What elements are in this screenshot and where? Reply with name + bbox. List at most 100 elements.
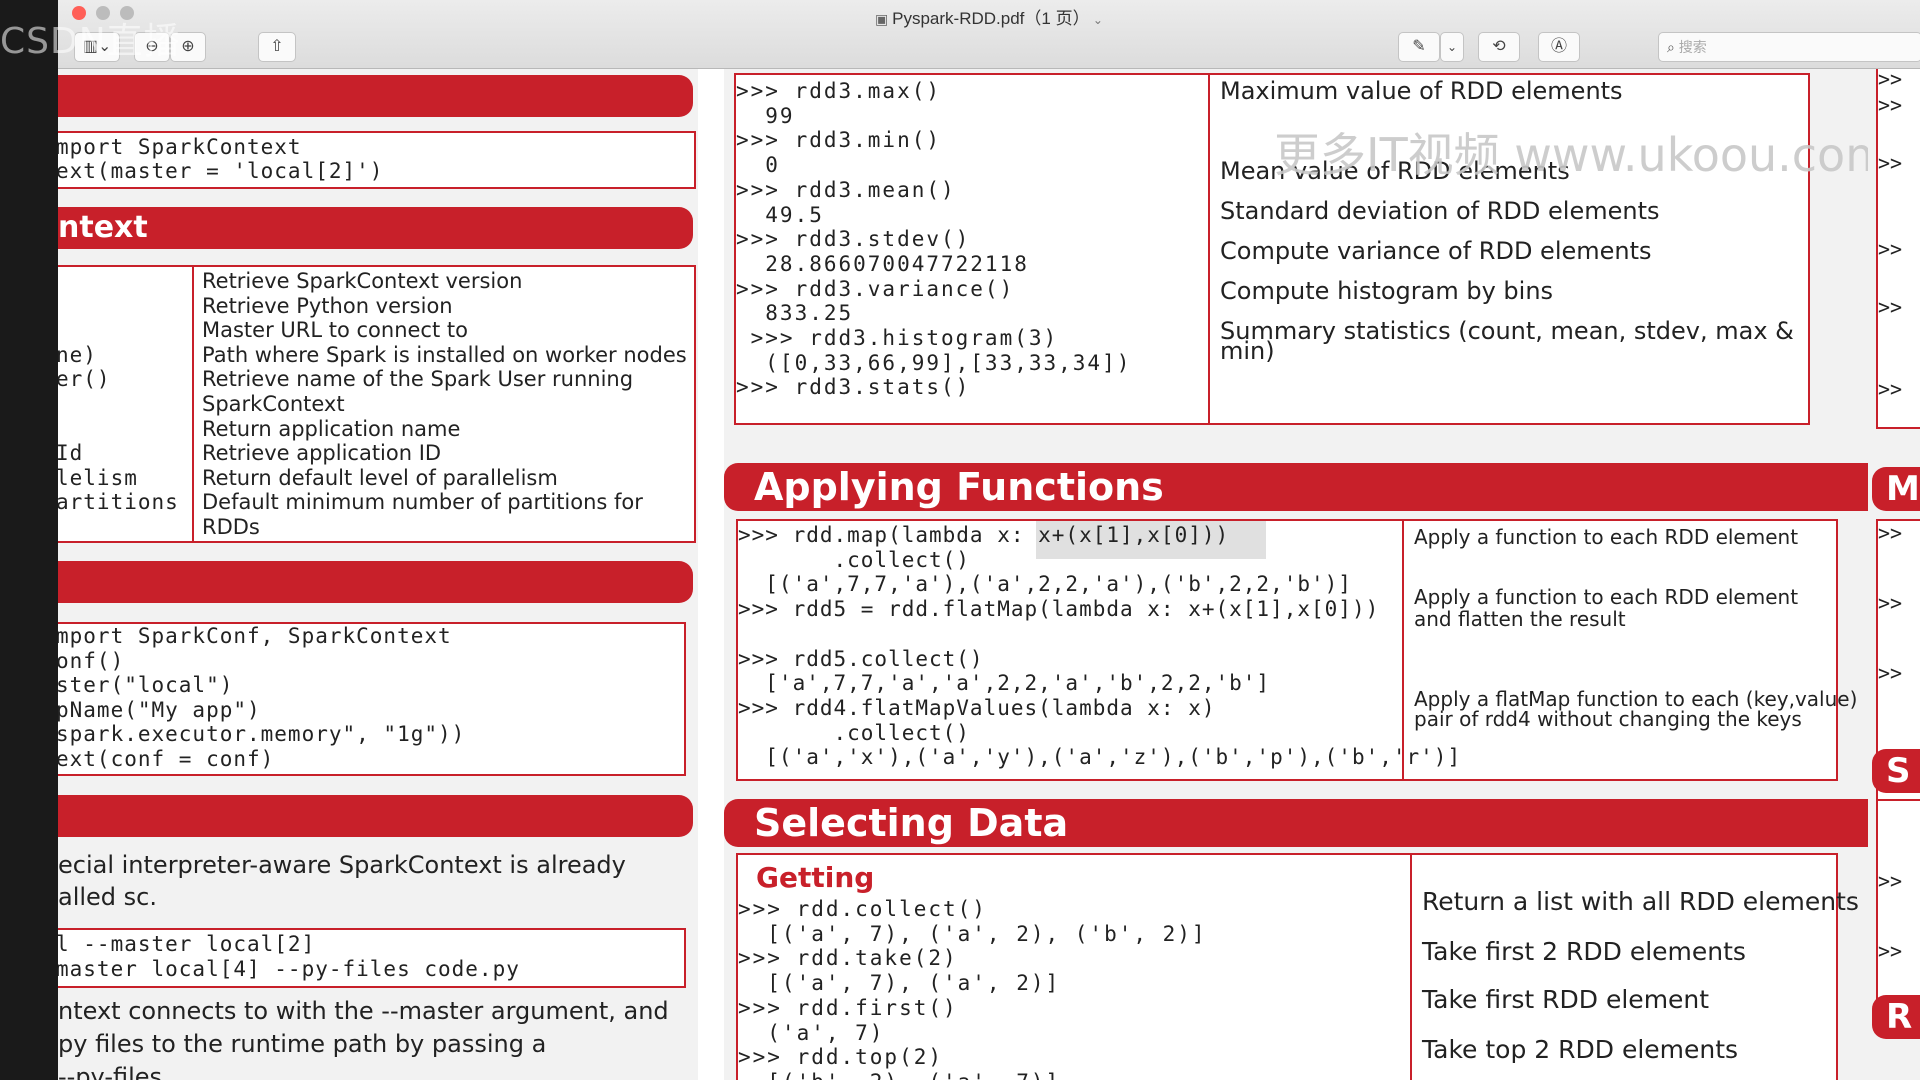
code-line: ster("local") — [58, 673, 234, 698]
share-button[interactable]: ⇧ — [258, 32, 296, 62]
section-banner-2-title: ntext — [58, 210, 148, 245]
select-code-line: >>> rdd.top(2) — [738, 1045, 944, 1070]
table-description: SparkContext — [202, 392, 345, 416]
right-prompt: >> — [1878, 93, 1903, 117]
select-code-line: [('b', 2), ('a', 7)] — [738, 1070, 1060, 1080]
apply-description: and flatten the result — [1414, 607, 1626, 631]
left-column: mport SparkContext ext(master = 'local[2]… — [58, 69, 698, 1080]
select-code-line: [('a', 7), ('a', 2), ('b', 2)] — [738, 921, 1207, 946]
applying-functions-title: Applying Functions — [754, 465, 1164, 509]
code-line: pName("My app") — [58, 697, 261, 722]
apply-code-line: >>> rdd4.flatMapValues(lambda x: x) — [738, 695, 1216, 720]
apply-code-line: [('a','x'),('a','y'),('a','z'),('b','p')… — [738, 745, 1462, 770]
apply-code-line: >>> rdd5.collect() — [738, 646, 984, 671]
code-line: ext(master = 'local[2]') — [58, 159, 384, 183]
sparkcontext-table: ne) er() Id lelism artitions Retrieve SparkCo… — [58, 265, 696, 543]
table-method: Id — [58, 441, 84, 466]
stats-code-line: >>> rdd3.max() — [736, 79, 942, 103]
apply-code-line: ['a',7,7,'a','a',2,2,'a','b',2,2,'b'] — [738, 671, 1271, 696]
select-description: Take first 2 RDD elements — [1422, 937, 1746, 966]
select-description: Return a list with all RDD elements — [1422, 887, 1859, 916]
stats-description: Compute histogram by bins — [1220, 277, 1554, 305]
right-prompt: >> — [1878, 295, 1903, 319]
chevron-down-icon[interactable]: ⌄ — [1090, 13, 1103, 27]
code-line: onf() — [58, 648, 125, 673]
paragraph-line: ecial interpreter-aware SparkContext is … — [58, 851, 626, 879]
table-description: Path where Spark is installed on worker … — [202, 342, 687, 367]
table-description: Retrieve name of the Spark User running — [202, 367, 634, 392]
stats-description: Summary statistics (count, mean, stdev, … — [1220, 317, 1794, 345]
stats-code-line: 28.866070047722118 — [736, 251, 1029, 276]
select-code-line: >>> rdd.first() — [738, 995, 958, 1020]
stats-code-line: >>> rdd3.histogram(3) — [736, 326, 1059, 350]
search-icon: ⌕ — [1667, 39, 1675, 55]
code-line: mport SparkConf, SparkContext — [58, 624, 452, 648]
table-method: lelism — [58, 465, 138, 490]
middle-column: >>> rdd3.max() 99 >>> rdd3.min() 0 >>> rdd… — [724, 69, 1920, 1080]
right-prompt: >> — [1878, 237, 1903, 261]
code-box-3: l --master local[2] master local[4] --py-… — [58, 928, 686, 988]
right-prompt: >> — [1878, 151, 1903, 175]
pdf-page: mport SparkContext ext(master = 'local[2]… — [58, 69, 1920, 1080]
markup-pen-button[interactable]: ✎ — [1398, 32, 1440, 62]
right-prompt: >> — [1878, 939, 1903, 963]
right-prompt: >> — [1878, 661, 1903, 685]
applying-functions-table: >>> rdd.map(lambda x: x+(x[1],x[0])) .co… — [736, 519, 1857, 781]
code-line: l --master local[2] — [58, 932, 316, 956]
right-prompt: >> — [1878, 591, 1903, 615]
table-method: artitions — [58, 490, 179, 515]
select-code-line: ('a', 7) — [738, 1020, 885, 1045]
table-description: Retrieve application ID — [202, 441, 442, 466]
right-column: >> >> >> >> >> >> M >> >> >> S >> >> R — [1868, 69, 1920, 1080]
pdf-file-icon: ▣ — [875, 11, 893, 27]
table-description: Retrieve SparkContext version — [202, 269, 523, 293]
stats-code-line: ([0,33,66,99],[33,33,34]) — [736, 350, 1132, 375]
selecting-data-table: Getting >>> rdd.collect() [('a', 7), ('a… — [736, 853, 1859, 1080]
getting-subtitle: Getting — [756, 861, 875, 894]
stats-code-line: >>> rdd3.variance() — [736, 276, 1015, 301]
stream-watermark: CSDN直播 — [0, 21, 181, 62]
apply-code-line: .collect() — [738, 720, 970, 745]
search-input[interactable]: ⌕ 搜索 — [1658, 32, 1920, 62]
section-banner-3 — [58, 561, 693, 603]
right-banner-r: R — [1872, 995, 1920, 1039]
paragraph-line: py files to the runtime path by passing … — [58, 1030, 547, 1058]
rotate-button[interactable]: ⟲ — [1478, 32, 1520, 62]
select-description: Take top 2 RDD elements — [1422, 1035, 1739, 1064]
annotate-button[interactable]: Ⓐ — [1538, 32, 1580, 62]
apply-code-line: >>> rdd.map(lambda x: x+(x[1],x[0])) — [738, 523, 1230, 547]
paragraph-line: alled sc. — [58, 883, 157, 911]
markup-dropdown-button[interactable]: ⌄ — [1440, 32, 1464, 62]
select-description: Take first RDD element — [1422, 985, 1710, 1014]
paragraph-line: ntext connects to with the --master argu… — [58, 997, 669, 1025]
code-box-2: mport SparkConf, SparkContext onf() ster("… — [58, 622, 686, 776]
right-prompt: >> — [1878, 869, 1903, 893]
apply-description: Apply a function to each RDD element — [1414, 585, 1799, 609]
right-banner-m: M — [1872, 467, 1920, 511]
stats-code-line: >>> rdd3.stats() — [736, 375, 971, 400]
stats-description: Standard deviation of RDD elements — [1220, 197, 1660, 225]
right-prompt: >> — [1878, 69, 1903, 91]
code-line: master local[4] --py-files code.py — [58, 956, 520, 981]
table-description: RDDs — [202, 515, 260, 539]
apply-description: Apply a function to each RDD element — [1414, 525, 1799, 549]
stats-code-line: 833.25 — [736, 301, 854, 326]
right-prompt: >> — [1878, 521, 1903, 545]
stats-code-line: 99 — [736, 103, 795, 128]
site-watermark: 更多IT视频 www.ukoou.com — [1274, 128, 1891, 182]
stats-code-line: 0 — [736, 153, 780, 178]
paragraph-line: --py-files — [58, 1063, 163, 1080]
table-method: er() — [58, 367, 111, 392]
stats-code-line: >>> rdd3.min() — [736, 128, 942, 153]
select-code-line: >>> rdd.take(2) — [738, 946, 958, 971]
stats-code-line: >>> rdd3.mean() — [736, 177, 956, 202]
table-description: Master URL to connect to — [202, 318, 468, 343]
section-banner-1 — [58, 75, 693, 117]
code-line: mport SparkContext — [58, 135, 302, 159]
code-box-1: mport SparkContext ext(master = 'local[2]… — [58, 131, 696, 189]
selecting-data-banner: Selecting Data — [724, 799, 1912, 847]
table-description: Return application name — [202, 416, 461, 441]
section-banner-2: ntext — [58, 207, 693, 249]
window-title: ▣ Pyspark-RDD.pdf（1 页） ⌄ — [875, 9, 1103, 28]
table-description: Retrieve Python version — [202, 293, 453, 318]
